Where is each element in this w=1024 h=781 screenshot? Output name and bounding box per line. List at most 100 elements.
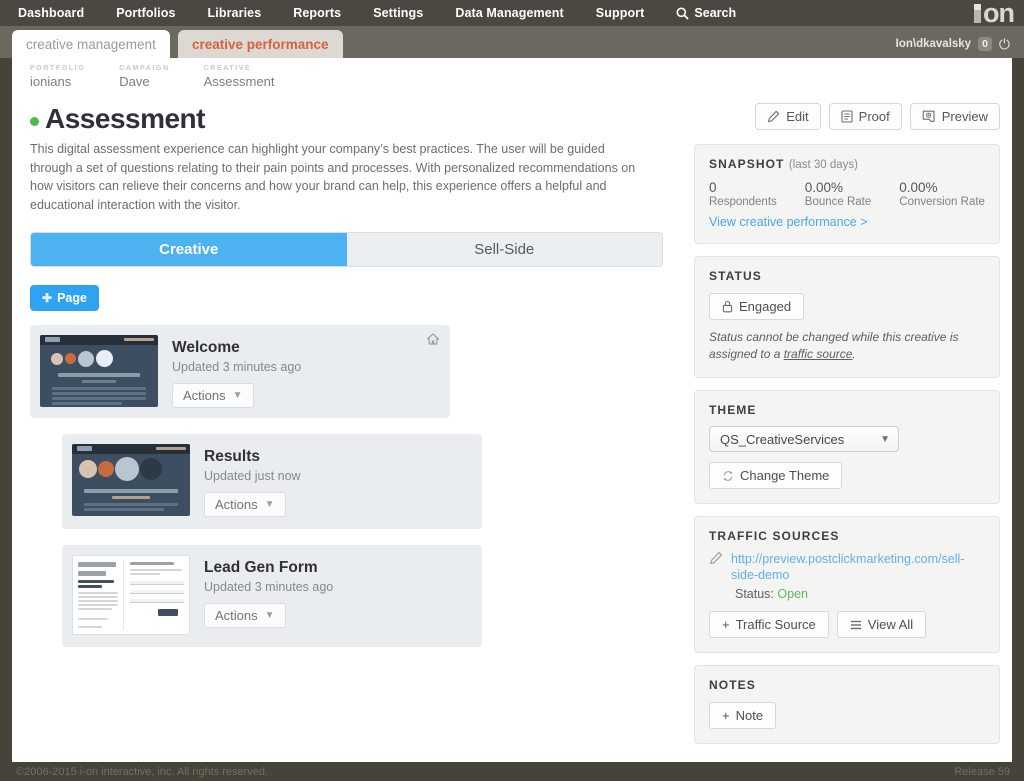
home-icon[interactable] xyxy=(426,332,440,346)
add-page-label: Page xyxy=(57,291,87,305)
page-updated: Updated 3 minutes ago xyxy=(204,580,334,594)
copyright-text: ©2006-2015 i-on interactive, inc. All ri… xyxy=(16,765,269,778)
nav-item-dashboard[interactable]: Dashboard xyxy=(0,0,100,26)
chevron-down-icon: ▼ xyxy=(264,610,275,621)
stat-label: Respondents xyxy=(709,196,777,208)
status-note: Status cannot be changed while this crea… xyxy=(709,329,985,363)
breadcrumb-creative-type: CREATIVE xyxy=(203,65,252,72)
page-actions-button[interactable]: Actions ▼ xyxy=(204,492,286,517)
status-note-suffix: . xyxy=(852,347,856,361)
status-dot-icon xyxy=(30,116,39,126)
page-updated: Updated just now xyxy=(204,469,301,483)
nav-item-data-management[interactable]: Data Management xyxy=(439,0,579,26)
page-thumbnail[interactable] xyxy=(72,555,190,635)
add-traffic-source-button[interactable]: + Traffic Source xyxy=(709,611,829,638)
traffic-source-url[interactable]: http://preview.postclickmarketing.com/se… xyxy=(731,551,964,583)
add-note-button[interactable]: + Note xyxy=(709,702,777,729)
status-badge[interactable]: Engaged xyxy=(709,293,805,320)
page-actions-label: Actions xyxy=(215,497,258,512)
edit-button[interactable]: Edit xyxy=(755,103,821,130)
notes-panel: NOTES + Note xyxy=(694,665,1000,744)
list-icon xyxy=(850,620,862,630)
page-card-body: Results Updated just now Actions ▼ xyxy=(204,444,301,517)
traffic-source-status-value: Open xyxy=(777,587,808,601)
view-all-label: View All xyxy=(867,617,914,632)
page-thumbnail[interactable] xyxy=(40,335,158,407)
page-title: Assessment xyxy=(45,103,205,134)
stat-conversion-rate: 0.00% Conversion Rate xyxy=(899,180,985,208)
breadcrumb-campaign-value: Dave xyxy=(119,74,150,89)
add-page-button[interactable]: ✚ Page xyxy=(30,285,99,311)
breadcrumb-creative[interactable]: CREATIVE Assessment xyxy=(204,65,275,89)
stat-value: 0.00% xyxy=(899,180,938,195)
page-actions-button[interactable]: Actions ▼ xyxy=(204,603,286,628)
snapshot-title: SNAPSHOT (last 30 days) xyxy=(709,157,985,171)
theme-select[interactable]: QS_CreativeServices ▼ xyxy=(709,426,899,452)
tab-sell-side[interactable]: Sell-Side xyxy=(346,233,662,266)
traffic-source-status: Status: Open xyxy=(735,587,985,601)
stat-value: 0 xyxy=(709,180,717,195)
traffic-source-item: http://preview.postclickmarketing.com/se… xyxy=(709,551,985,583)
refresh-icon xyxy=(722,470,734,482)
stat-respondents: 0 Respondents xyxy=(709,180,777,208)
page-thumbnail[interactable] xyxy=(72,444,190,516)
view-creative-performance-link[interactable]: View creative performance > xyxy=(709,215,985,229)
power-icon[interactable]: ⏻ xyxy=(999,37,1010,51)
nav-item-libraries[interactable]: Libraries xyxy=(192,0,278,26)
proof-button[interactable]: Proof xyxy=(828,103,902,130)
application-window: Dashboard Portfolios Libraries Reports S… xyxy=(0,0,1024,781)
preview-button[interactable]: Preview xyxy=(909,103,1000,130)
breadcrumb-campaign-type: CAMPAIGN xyxy=(119,65,170,72)
snapshot-title-text: SNAPSHOT xyxy=(709,157,785,171)
tab-creative-management[interactable]: creative management xyxy=(12,30,170,58)
page-actions-label: Actions xyxy=(215,608,258,623)
page-actions-button[interactable]: Actions ▼ xyxy=(172,383,254,408)
footer: ©2006-2015 i-on interactive, inc. All ri… xyxy=(0,762,1024,781)
nav-item-settings[interactable]: Settings xyxy=(357,0,439,26)
plus-icon: ✚ xyxy=(42,291,53,305)
page-name: Welcome xyxy=(172,339,240,356)
creative-toolbar: Edit Proof Preview xyxy=(694,103,1000,130)
user-name: Ion\dkavalsky xyxy=(895,38,972,50)
search-button[interactable]: Search xyxy=(660,6,752,20)
page-name: Lead Gen Form xyxy=(204,559,318,576)
traffic-source-link[interactable]: traffic source xyxy=(784,347,853,361)
stat-label: Conversion Rate xyxy=(899,196,985,208)
snapshot-panel: SNAPSHOT (last 30 days) 0 Respondents 0.… xyxy=(694,144,1000,244)
theme-panel: THEME QS_CreativeServices ▼ Change Theme xyxy=(694,390,1000,504)
change-theme-button[interactable]: Change Theme xyxy=(709,462,843,489)
page-card-body: Welcome Updated 3 minutes ago Actions ▼ xyxy=(172,335,301,408)
view-all-traffic-sources-button[interactable]: View All xyxy=(836,611,927,638)
nav-item-support[interactable]: Support xyxy=(580,0,661,26)
tab-strip: creative management creative performance… xyxy=(0,26,1024,58)
page-name: Results xyxy=(204,448,260,465)
tab-creative[interactable]: Creative xyxy=(31,233,347,266)
search-icon xyxy=(676,7,690,20)
nav-item-portfolios[interactable]: Portfolios xyxy=(100,0,191,26)
page-card-lead-gen-form[interactable]: Lead Gen Form Updated 3 minutes ago Acti… xyxy=(62,545,482,647)
plus-icon: + xyxy=(722,708,730,723)
content-body: Assessment This digital assessment exper… xyxy=(12,89,1012,756)
stat-value: 0.00% xyxy=(804,180,844,195)
notification-badge[interactable]: 0 xyxy=(978,37,992,51)
page-actions-label: Actions xyxy=(183,388,226,403)
status-title: STATUS xyxy=(709,269,762,283)
preview-label: Preview xyxy=(941,109,988,124)
lock-icon xyxy=(722,300,733,313)
document-icon xyxy=(841,110,853,123)
breadcrumb-portfolio[interactable]: PORTFOLIO ionians xyxy=(30,65,85,89)
tab-creative-performance[interactable]: creative performance xyxy=(178,30,343,58)
sidebar: Edit Proof Preview SNAPSHOT (last 30 day… xyxy=(694,103,1000,756)
page-sheet: PORTFOLIO ionians CAMPAIGN Dave CREATIVE… xyxy=(12,58,1012,762)
search-label: Search xyxy=(694,6,737,20)
breadcrumb-campaign[interactable]: CAMPAIGN Dave xyxy=(119,65,169,89)
global-nav: Dashboard Portfolios Libraries Reports S… xyxy=(0,0,1024,27)
page-card-welcome[interactable]: Welcome Updated 3 minutes ago Actions ▼ xyxy=(30,325,450,418)
pencil-icon[interactable] xyxy=(709,551,723,583)
notes-title: NOTES xyxy=(709,678,756,692)
page-card-results[interactable]: Results Updated just now Actions ▼ xyxy=(62,434,482,529)
stat-label: Bounce Rate xyxy=(804,196,872,208)
view-toggle: Creative Sell-Side xyxy=(30,232,663,267)
nav-item-reports[interactable]: Reports xyxy=(277,0,357,26)
user-menu[interactable]: Ion\dkavalsky 0 ⏻ xyxy=(878,30,1024,58)
